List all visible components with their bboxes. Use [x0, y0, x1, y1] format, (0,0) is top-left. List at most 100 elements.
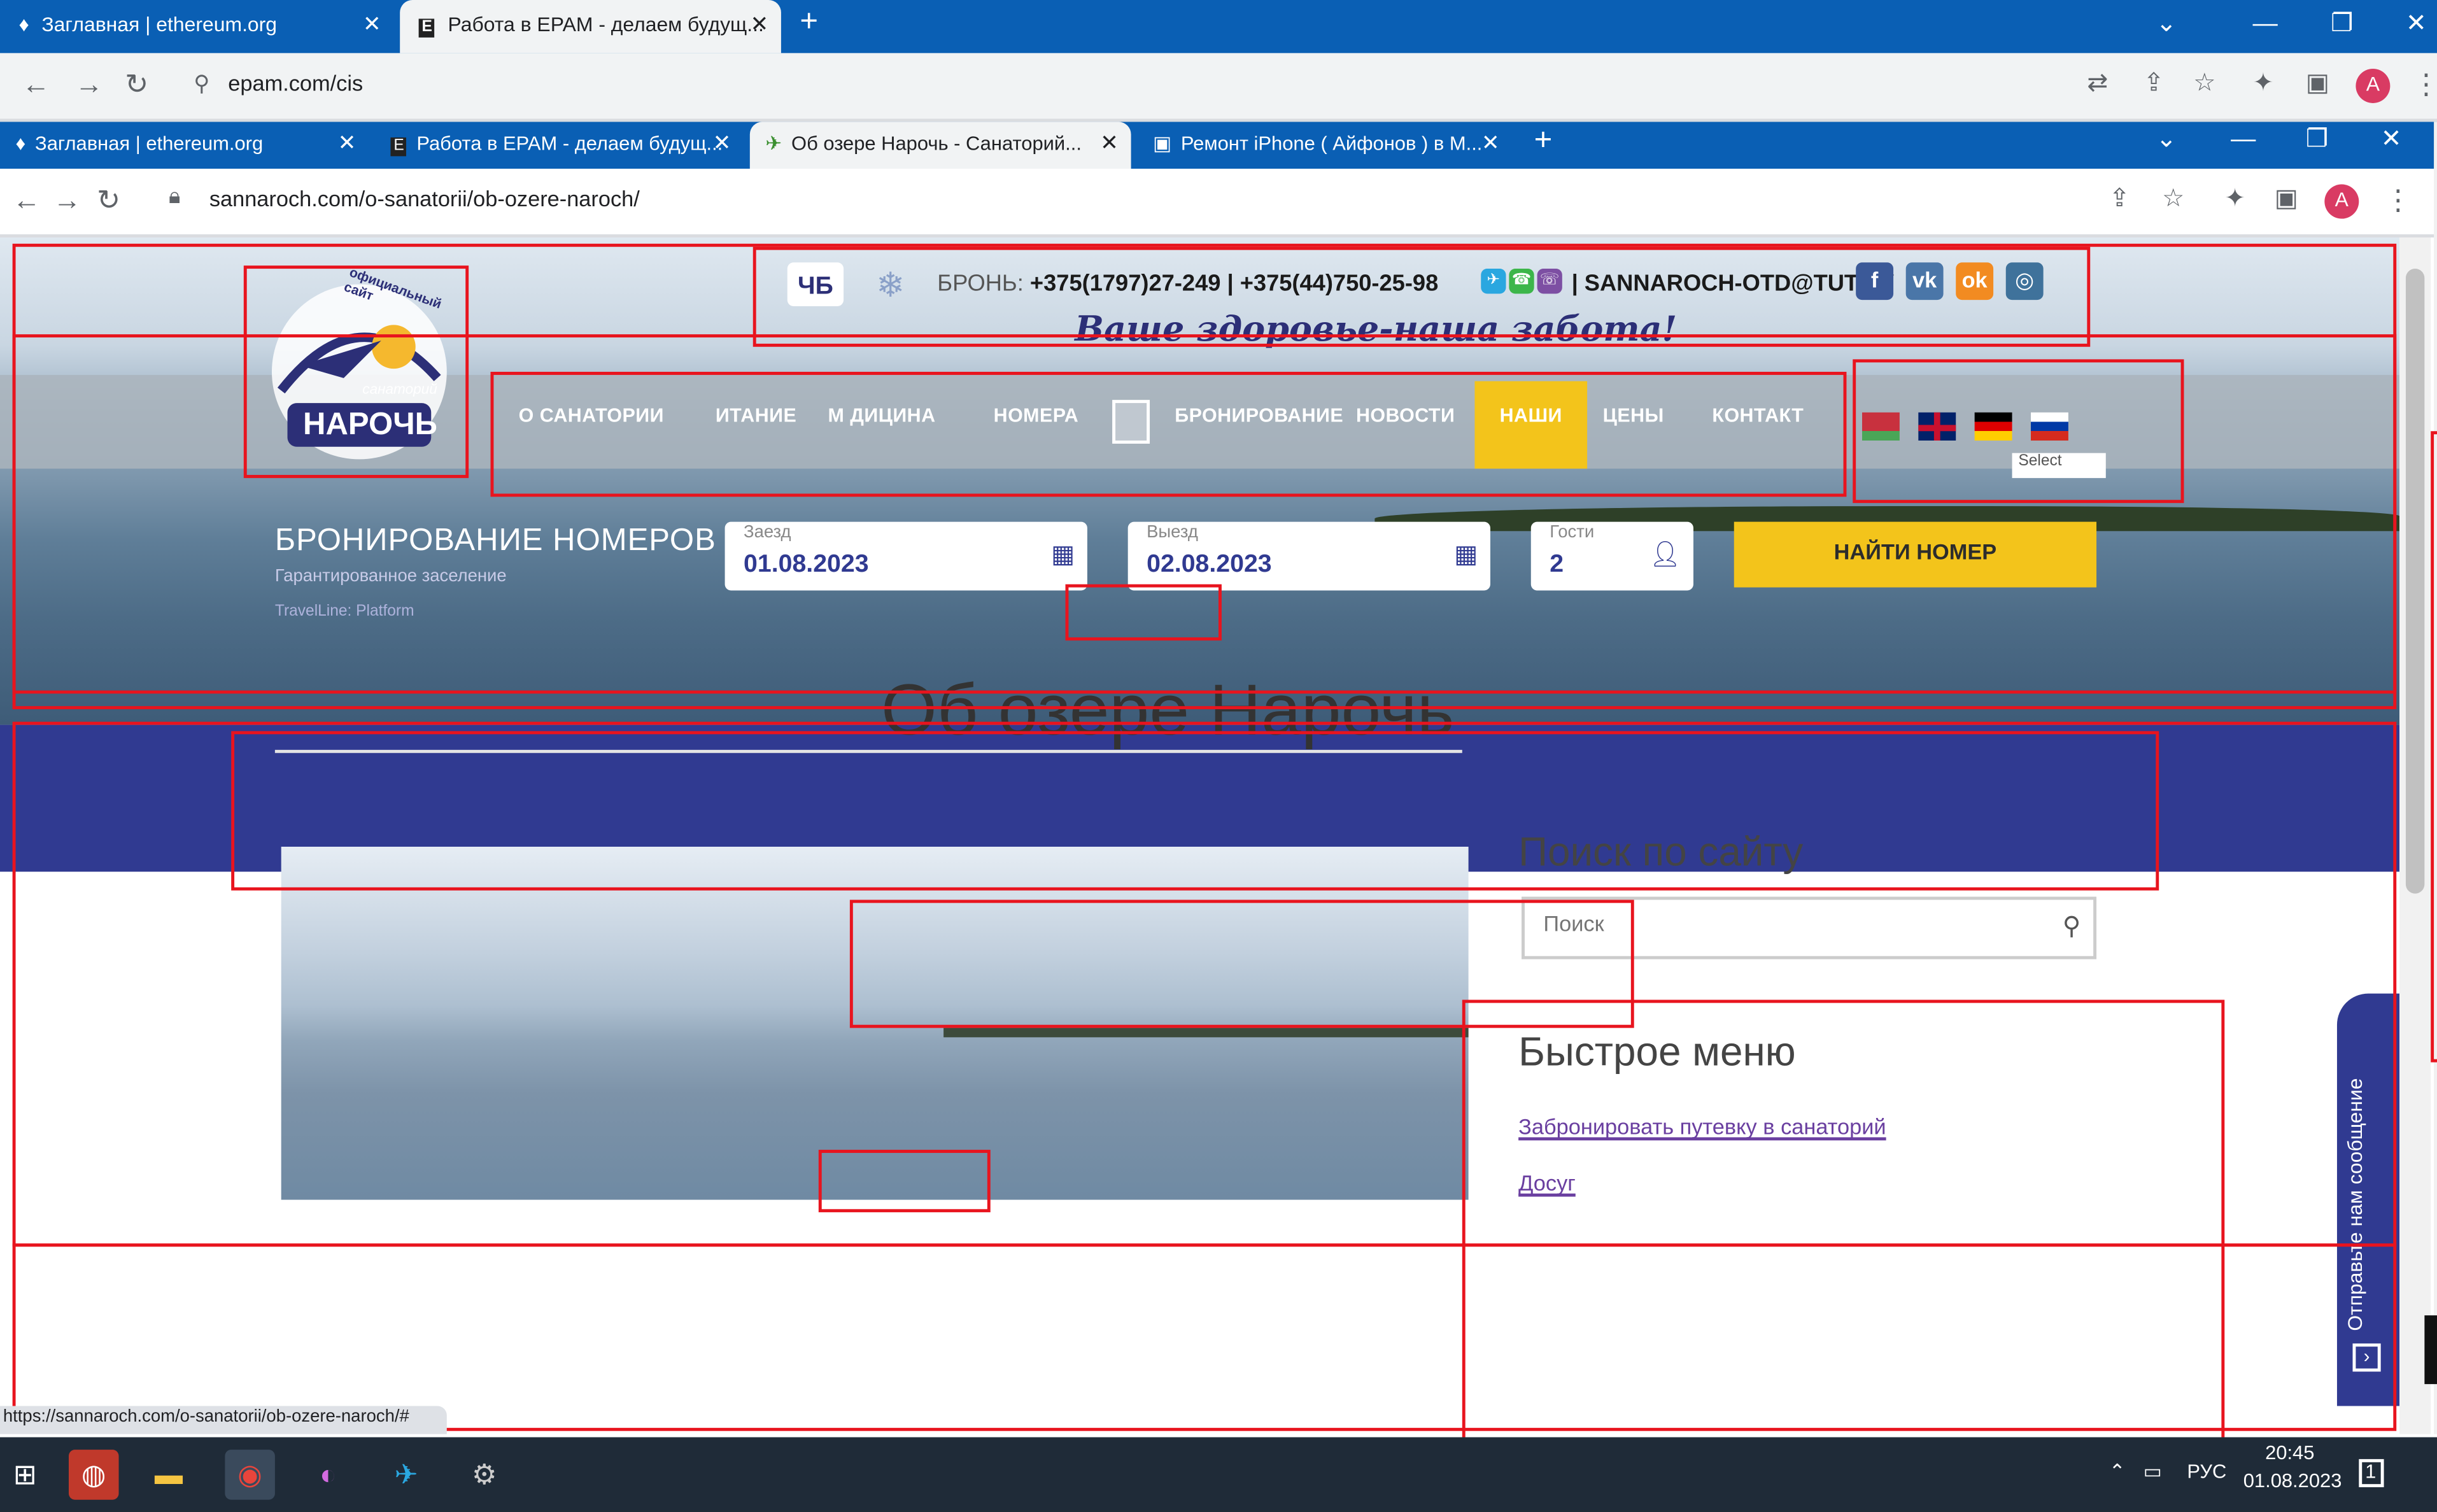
snowflake-icon[interactable]: ❄: [859, 259, 922, 309]
calendar-icon[interactable]: ▦: [1454, 541, 1478, 569]
belarus-flag-icon[interactable]: [1861, 412, 1900, 441]
side-panel-icon[interactable]: ▣: [2306, 69, 2329, 97]
person-icon[interactable]: 👤︎: [1649, 541, 1681, 569]
menu-medicine[interactable]: М ДИЦИНА: [828, 406, 936, 444]
back-icon[interactable]: ←: [13, 185, 41, 216]
menu-kebab-icon[interactable]: ⋮: [2384, 185, 2412, 219]
close-tab-icon[interactable]: ✕: [1481, 131, 1500, 156]
close-window-button[interactable]: ✕: [2406, 10, 2427, 38]
file-explorer-icon[interactable]: ▬: [144, 1450, 194, 1500]
close-tab-icon[interactable]: ✕: [1100, 131, 1119, 156]
menu-food[interactable]: ИТАНИЕ: [716, 406, 796, 444]
close-tab-icon[interactable]: ✕: [750, 13, 768, 38]
travelline-credit[interactable]: TravelLine: Platform: [275, 603, 414, 621]
side-panel-icon[interactable]: ▣: [2275, 185, 2298, 213]
inner-tab-ethereum[interactable]: ♦ Заглавная | ethereum.org ✕: [0, 122, 369, 169]
new-tab-button[interactable]: +: [1534, 125, 1553, 159]
menu-news[interactable]: НОВОСТИ: [1356, 406, 1455, 444]
outer-scrollbar[interactable]: [2434, 122, 2437, 1434]
minimize-button[interactable]: —: [2252, 10, 2277, 38]
chrome-icon[interactable]: ◉: [225, 1450, 275, 1500]
menu-about[interactable]: О САНАТОРИИ: [519, 406, 664, 444]
reload-icon[interactable]: ↻: [125, 69, 148, 103]
search-icon[interactable]: ⚲: [2063, 912, 2081, 940]
profile-avatar[interactable]: A: [2324, 184, 2359, 219]
extensions-icon[interactable]: ✦: [2252, 69, 2273, 97]
scroll-thumb[interactable]: [2405, 269, 2425, 894]
uk-flag-icon[interactable]: [1918, 412, 1956, 441]
quick-link-leisure[interactable]: Досуг: [1518, 1175, 1576, 1196]
odnoklassniki-icon[interactable]: ok: [1956, 262, 1994, 300]
notification-count[interactable]: 1: [2359, 1459, 2383, 1488]
maximize-button[interactable]: ❐: [2331, 10, 2353, 38]
menu-kebab-icon[interactable]: ⋮: [2412, 69, 2437, 103]
inner-tab-naroch[interactable]: ✈ Об озере Нарочь - Санаторий... ✕: [749, 122, 1131, 169]
search-input[interactable]: ⚲: [1522, 896, 2097, 959]
tab-search-icon[interactable]: ⌄: [2156, 125, 2177, 153]
new-tab-button[interactable]: +: [800, 6, 818, 41]
site-logo[interactable]: официальный сайт санаторий НАРОЧЬ: [250, 264, 469, 478]
share-icon[interactable]: ⇪: [2144, 69, 2165, 97]
vk-icon[interactable]: vk: [1905, 262, 1944, 300]
search-text-field[interactable]: [1543, 915, 2012, 938]
close-tab-icon[interactable]: ✕: [338, 131, 357, 156]
inner-tab-epam[interactable]: E Работа в EPAM - делаем будущ... ✕: [375, 122, 744, 169]
bookmark-star-icon[interactable]: ☆: [2162, 185, 2184, 213]
outer-address-bar[interactable]: epam.com/cis: [228, 75, 363, 97]
germany-flag-icon[interactable]: [1974, 412, 2012, 441]
calendar-icon[interactable]: ▦: [1051, 541, 1075, 569]
inner-tab-iphone[interactable]: ▣ Ремонт iPhone ( Айфонов ) в М... ✕: [1137, 122, 1512, 169]
clock-time[interactable]: 20:45: [2265, 1443, 2314, 1465]
outer-tab-epam[interactable]: E Работа в EPAM - делаем будущ... ✕: [400, 0, 781, 53]
send-message-tab[interactable]: Отправьте нам сообщение ›: [2336, 993, 2400, 1406]
bookmark-star-icon[interactable]: ☆: [2193, 69, 2215, 97]
windows-start-icon[interactable]: ⊞: [0, 1450, 50, 1500]
find-room-button[interactable]: НАЙТИ НОМЕР: [1734, 521, 2097, 588]
telegram-icon[interactable]: ✈: [1481, 269, 1506, 294]
minimize-button[interactable]: —: [2231, 125, 2256, 153]
app-icon-gear[interactable]: ⚙: [459, 1450, 509, 1500]
menu-contacts[interactable]: КОНТАКТ: [1712, 406, 1804, 444]
app-icon-launcher[interactable]: ◍: [68, 1450, 119, 1500]
forward-icon[interactable]: →: [75, 69, 103, 100]
menu-rooms[interactable]: НОМЕРА: [994, 406, 1079, 444]
site-info-icon[interactable]: ⚲: [194, 72, 209, 97]
close-tab-icon[interactable]: ✕: [363, 13, 381, 38]
menu-ours[interactable]: НАШИ: [1474, 381, 1588, 469]
language-select[interactable]: Select: [2012, 453, 2106, 478]
viber-icon[interactable]: ☏: [1537, 269, 1562, 294]
facebook-icon[interactable]: f: [1856, 262, 1894, 300]
chb-logo-icon[interactable]: ЧБ: [787, 262, 844, 306]
discord-icon[interactable]: ◐: [303, 1450, 353, 1500]
inner-scrollbar[interactable]: [2399, 237, 2431, 1434]
back-icon[interactable]: ←: [22, 69, 50, 100]
quick-link-book[interactable]: Забронировать путевку в санаторий: [1518, 1119, 1886, 1140]
share-icon[interactable]: ⇪: [2109, 185, 2130, 213]
outer-tab-ethereum[interactable]: ♦ Заглавная | ethereum.org ✕: [0, 0, 393, 53]
menu-prices[interactable]: ЦЕНЫ: [1603, 406, 1664, 444]
tab-search-icon[interactable]: ⌄: [2156, 10, 2177, 38]
whatsapp-icon[interactable]: ☎: [1509, 269, 1534, 294]
close-window-button[interactable]: ✕: [2381, 125, 2402, 153]
forward-icon[interactable]: →: [53, 185, 81, 216]
menu-image-icon[interactable]: [1112, 400, 1150, 444]
instagram-icon[interactable]: ◎: [2005, 262, 2044, 300]
telegram-icon[interactable]: ✈: [381, 1450, 432, 1500]
network-icon[interactable]: ▭: [2144, 1462, 2162, 1484]
inner-address-bar[interactable]: sannaroch.com/o-sanatorii/ob-ozere-naroc…: [209, 190, 640, 212]
translate-icon[interactable]: ⇄: [2087, 69, 2108, 97]
guests-field[interactable]: Гости 2 👤︎: [1530, 521, 1693, 591]
phone-numbers[interactable]: +375(1797)27-249 | +375(44)750-25-98: [1030, 269, 1438, 297]
clock-date[interactable]: 01.08.2023: [2243, 1472, 2342, 1494]
profile-avatar[interactable]: A: [2356, 68, 2391, 103]
menu-booking[interactable]: БРОНИРОВАНИЕ: [1175, 406, 1343, 444]
maximize-button[interactable]: ❐: [2306, 125, 2328, 153]
contact-email[interactable]: | SANNAROCH-OTD@TUT.BY: [1572, 269, 1895, 297]
keyboard-language[interactable]: РУС: [2187, 1462, 2226, 1484]
checkout-field[interactable]: Выезд 02.08.2023 ▦: [1127, 521, 1490, 591]
close-tab-icon[interactable]: ✕: [713, 131, 731, 156]
extensions-icon[interactable]: ✦: [2224, 185, 2245, 213]
lock-icon[interactable]: 🔒︎: [169, 187, 180, 212]
reload-icon[interactable]: ↻: [97, 185, 120, 219]
checkin-field[interactable]: Заезд 01.08.2023 ▦: [724, 521, 1087, 591]
